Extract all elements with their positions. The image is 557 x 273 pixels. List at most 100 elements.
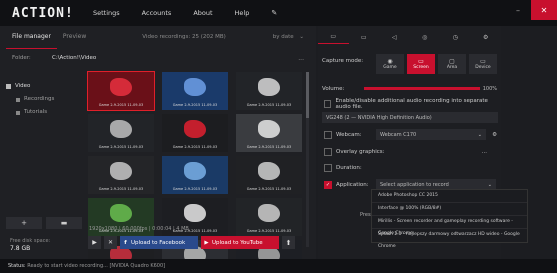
- mode-screen-button[interactable]: ▭ Screen: [407, 54, 435, 74]
- upload-youtube-label: Upload to YouTube: [212, 239, 263, 246]
- video-thumbnail[interactable]: Game 2-9-2015 11-09-03: [162, 156, 228, 194]
- tab-screenshot[interactable]: ◎: [410, 30, 441, 44]
- tab-file-manager[interactable]: File manager: [6, 26, 57, 49]
- tab-audio[interactable]: ◁: [379, 30, 410, 44]
- thumbnail-art: [184, 204, 206, 222]
- grid-scrollbar[interactable]: [306, 72, 309, 247]
- disk-space-label: Free disk space:: [10, 238, 51, 244]
- menu-accounts[interactable]: Accounts: [131, 9, 183, 17]
- file-manager-panel: File manager Preview Video recordings: 2…: [0, 26, 316, 273]
- close-button[interactable]: ✕: [531, 0, 557, 20]
- folder-path[interactable]: C:\Action!\Video: [52, 55, 96, 61]
- brush-icon[interactable]: ✎: [260, 9, 288, 17]
- application-option[interactable]: Mirillis - Screen recorder and gameplay …: [372, 216, 527, 236]
- volume-value: 100%: [482, 85, 497, 92]
- separate-audio-checkbox[interactable]: [324, 99, 332, 108]
- video-count: Video recordings: 25 (202 MB): [142, 34, 226, 40]
- duration-label: Duration:: [336, 164, 362, 171]
- webcam-value: Webcam C170: [380, 131, 417, 138]
- minimize-button[interactable]: –: [505, 0, 531, 20]
- mode-game-button[interactable]: ◉ Game: [376, 54, 404, 74]
- delete-button[interactable]: ✕: [104, 236, 117, 249]
- mode-label: Area: [446, 65, 458, 70]
- application-dropdown-list: Adobe Photoshop CC 2015 Interface @ 100%…: [371, 189, 528, 249]
- video-thumbnail[interactable]: Game 2-9-2015 11-09-03: [162, 114, 228, 152]
- duration-checkbox[interactable]: [324, 163, 332, 172]
- webcam-checkbox[interactable]: [324, 130, 332, 139]
- tree-item-recordings[interactable]: Recordings: [6, 93, 82, 106]
- tree-item-video[interactable]: Video: [6, 80, 82, 93]
- video-thumbnail[interactable]: Game 2-9-2015 11-09-03: [88, 114, 154, 152]
- thumbnail-art: [184, 162, 206, 180]
- webcam-select[interactable]: Webcam C170 ⌄: [376, 129, 486, 140]
- separate-audio-row: Enable/disable additional audio recordin…: [318, 97, 501, 110]
- gear-icon[interactable]: ⚙: [492, 132, 497, 138]
- thumbnail-caption: Game 2-9-2015 11-09-03: [246, 145, 292, 149]
- tab-preview[interactable]: Preview: [57, 26, 92, 48]
- menu-about[interactable]: About: [182, 9, 223, 17]
- device-icon: ▭: [480, 58, 486, 65]
- app-logo: ACTION!: [12, 5, 74, 21]
- window-controls: – ✕: [505, 0, 557, 20]
- mode-label: Game: [383, 65, 397, 70]
- upload-youtube-button[interactable]: ▶ Upload to YouTube: [201, 236, 279, 249]
- audio-device-select[interactable]: VG248 (2 — NVIDIA High Definition Audio): [322, 112, 498, 123]
- video-thumbnail[interactable]: Game 2-9-2015 11-09-03: [236, 72, 302, 110]
- application-option[interactable]: Splash 2.0 - najlepszy darmowy odtwarzac…: [372, 229, 527, 249]
- thumbnail-caption: Game 2-9-2015 11-09-03: [172, 103, 218, 107]
- thumbnail-caption: Game 2-9-2015 11-09-03: [246, 103, 292, 107]
- play-button[interactable]: ▶: [88, 236, 101, 249]
- application-checkbox[interactable]: ✓: [324, 180, 332, 189]
- volume-slider[interactable]: [364, 87, 480, 90]
- video-thumbnail[interactable]: Game 2-9-2015 11-09-03: [87, 71, 155, 111]
- thumbnail-art: [258, 78, 280, 96]
- video-thumbnail[interactable]: Game 2-9-2015 11-09-03: [88, 156, 154, 194]
- left-tabs: File manager Preview Video recordings: 2…: [0, 26, 316, 49]
- tab-settings[interactable]: ⚙: [471, 30, 502, 44]
- add-folder-button[interactable]: +: [6, 217, 42, 229]
- application-label: Application:: [336, 181, 369, 188]
- mode-area-button[interactable]: ▢ Area: [438, 54, 466, 74]
- upload-facebook-label: Upload to Facebook: [131, 239, 186, 246]
- menu-settings[interactable]: Settings: [82, 9, 131, 17]
- scrollbar-thumb[interactable]: [306, 72, 309, 118]
- youtube-icon: ▶: [204, 239, 209, 246]
- folder-tree: Video Recordings Tutorials: [6, 80, 82, 119]
- tab-video-capture[interactable]: ▭: [318, 30, 349, 44]
- folder-label: Folder:: [12, 55, 31, 61]
- mode-label: Screen: [413, 65, 429, 70]
- menu-help[interactable]: Help: [224, 9, 261, 17]
- application-option[interactable]: Adobe Photoshop CC 2015: [372, 190, 527, 203]
- tree-item-label: Tutorials: [24, 109, 48, 115]
- upload-icon[interactable]: ⬆: [282, 236, 295, 249]
- overlay-browse-button[interactable]: ...: [482, 149, 487, 155]
- upload-facebook-button[interactable]: f Upload to Facebook: [120, 236, 198, 249]
- folder-row: Folder: C:\Action!\Video ...: [0, 50, 316, 66]
- video-thumbnail[interactable]: Game 2-9-2015 11-09-03: [162, 72, 228, 110]
- status-label: Status:: [8, 263, 26, 269]
- tab-benchmark[interactable]: ◷: [440, 30, 471, 44]
- mode-label: Device: [475, 65, 491, 70]
- overlay-label: Overlay graphics:: [336, 148, 385, 155]
- open-folder-button[interactable]: ▬: [46, 217, 82, 229]
- tab-live-streaming[interactable]: ▭: [349, 30, 380, 44]
- thumbnail-art: [110, 162, 132, 180]
- tree-item-tutorials[interactable]: Tutorials: [6, 106, 82, 119]
- thumbnail-art: [258, 162, 280, 180]
- folder-browse-button[interactable]: ...: [298, 55, 304, 62]
- file-info: 1920x1080 | 60.000fps | 0:00:04 | 4 MB: [89, 226, 189, 232]
- thumbnail-art: [110, 120, 132, 138]
- application-option[interactable]: Interface @ 100% (RGB/8#): [372, 203, 527, 216]
- sort-dropdown[interactable]: by date ⌄: [273, 34, 304, 40]
- capture-mode-label: Capture mode:: [322, 58, 364, 64]
- status-text: Ready to start video recording... [NVIDI…: [27, 263, 166, 269]
- area-icon: ▢: [449, 58, 455, 65]
- thumbnail-art: [258, 120, 280, 138]
- overlay-checkbox[interactable]: [324, 147, 332, 156]
- video-thumbnail[interactable]: Game 2-9-2015 11-09-03: [236, 156, 302, 194]
- app-window: ACTION! Settings Accounts About Help ✎ –…: [0, 0, 557, 273]
- mode-device-button[interactable]: ▭ Device: [469, 54, 497, 74]
- thumbnail-art: [184, 120, 206, 138]
- video-thumbnail[interactable]: Game 2-9-2015 11-09-03: [236, 198, 302, 236]
- video-thumbnail[interactable]: Game 2-9-2015 11-09-03: [236, 114, 302, 152]
